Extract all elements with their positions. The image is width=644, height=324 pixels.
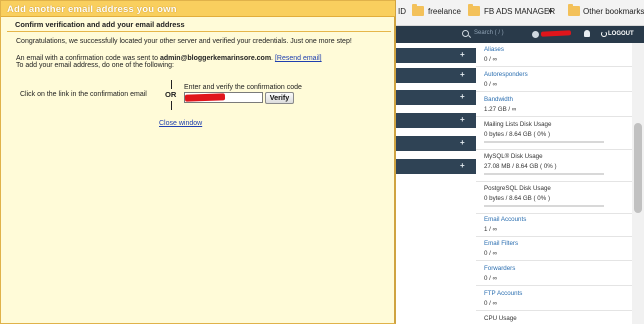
- stat-item: FTP Accounts 0 / ∞: [484, 290, 624, 308]
- stat-item: Forwarders 0 / ∞: [484, 265, 624, 283]
- divider: [476, 213, 632, 214]
- divider: [476, 116, 632, 117]
- dialog-subheading: Confirm verification and add your email …: [7, 19, 391, 32]
- plus-icon: +: [460, 138, 465, 147]
- plus-icon: +: [460, 115, 465, 124]
- divider: [476, 91, 632, 92]
- divider: [476, 310, 632, 311]
- sent-message: An email with a confirmation code was se…: [16, 55, 322, 62]
- stat-label[interactable]: Email Filters: [484, 240, 624, 248]
- stat-value: 0 bytes / 8.64 GB ( 0% ): [484, 131, 551, 138]
- stat-value: 0 / ∞: [484, 250, 498, 257]
- stat-label: MySQL® Disk Usage: [484, 153, 543, 160]
- stat-value: 0 / ∞: [484, 275, 498, 282]
- stat-label[interactable]: FTP Accounts: [484, 290, 624, 298]
- stat-item: Mailing Lists Disk Usage 0 bytes / 8.64 …: [484, 121, 624, 143]
- stat-value: 0 / ∞: [484, 81, 498, 88]
- stat-label[interactable]: Bandwidth: [484, 96, 624, 104]
- plus-icon: +: [460, 70, 465, 79]
- bell-icon[interactable]: [584, 30, 590, 37]
- usage-bar: [484, 141, 604, 143]
- bookmark-partial-item[interactable]: ID: [398, 7, 406, 16]
- email-address: admin@bloggerkemarinsore.com: [159, 55, 272, 62]
- redaction-mark: [540, 30, 572, 37]
- sent-prefix: An email with a confirmation code was se…: [16, 55, 160, 62]
- stat-value: 27.08 MB / 8.64 GB ( 0% ): [484, 163, 557, 170]
- plus-icon: +: [460, 50, 465, 59]
- stat-item: Bandwidth 1.27 GB / ∞: [484, 96, 624, 114]
- stat-label[interactable]: Autoresponders: [484, 71, 624, 79]
- folder-icon: [568, 4, 580, 16]
- divider: [476, 285, 632, 286]
- stat-item: Email Accounts 1 / ∞: [484, 216, 624, 234]
- section-list: + + + + + +: [395, 43, 476, 324]
- power-icon[interactable]: [601, 31, 607, 37]
- click-link-option: Click on the link in the confirmation em…: [20, 91, 147, 98]
- verify-button[interactable]: Verify: [265, 92, 294, 104]
- stat-value: 1 / ∞: [484, 226, 498, 233]
- stat-item: PostgreSQL Disk Usage 0 bytes / 8.64 GB …: [484, 185, 624, 207]
- stat-label: Mailing Lists Disk Usage: [484, 121, 552, 128]
- search-input[interactable]: Search ( / ): [474, 30, 504, 36]
- stat-item: Email Filters 0 / ∞: [484, 240, 624, 258]
- stat-label: CPU Usage: [484, 315, 517, 322]
- section-bar[interactable]: +: [395, 136, 476, 151]
- logout-button[interactable]: LOGOUT: [608, 31, 634, 37]
- usage-bar: [484, 173, 604, 175]
- statistics-panel: Aliases 0 / ∞ Autoresponders 0 / ∞ Bandw…: [476, 43, 632, 324]
- plus-icon: +: [460, 92, 465, 101]
- user-icon[interactable]: [532, 31, 539, 38]
- bookmark-fb-ads-manager[interactable]: FB ADS MANAGER: [484, 7, 555, 16]
- add-email-dialog: Add another email address you own Confir…: [0, 0, 396, 324]
- stat-label[interactable]: Email Accounts: [484, 216, 624, 224]
- divider: [171, 80, 172, 89]
- divider: [476, 149, 632, 150]
- stat-label[interactable]: Aliases: [484, 46, 624, 54]
- stat-item: CPU Usage: [484, 315, 624, 323]
- stat-label[interactable]: Forwarders: [484, 265, 624, 273]
- folder-icon: [412, 4, 424, 16]
- stat-item: Autoresponders 0 / ∞: [484, 71, 624, 89]
- resend-email-link[interactable]: [Resend email]: [275, 55, 322, 62]
- bookmark-other-bookmarks[interactable]: Other bookmarks: [583, 7, 644, 16]
- divider: [476, 66, 632, 67]
- stat-value: 1.27 GB / ∞: [484, 106, 517, 113]
- stat-item: Aliases 0 / ∞: [484, 46, 624, 64]
- stat-item: MySQL® Disk Usage 27.08 MB / 8.64 GB ( 0…: [484, 153, 624, 175]
- close-window-link[interactable]: Close window: [159, 120, 202, 127]
- section-bar[interactable]: +: [395, 90, 476, 105]
- section-bar[interactable]: +: [395, 48, 476, 63]
- bookmark-freelance[interactable]: freelance: [428, 7, 461, 16]
- dialog-title: Add another email address you own: [1, 1, 395, 17]
- section-bar[interactable]: +: [395, 68, 476, 83]
- redaction-mark: [184, 93, 226, 102]
- congrats-message: Congratulations, we successfully located…: [16, 38, 352, 45]
- section-bar[interactable]: +: [395, 159, 476, 174]
- stat-label: PostgreSQL Disk Usage: [484, 185, 551, 192]
- folder-icon: [468, 4, 480, 16]
- plus-icon: +: [460, 161, 465, 170]
- stat-value: 0 / ∞: [484, 300, 498, 307]
- instructions: To add your email address, do one of the…: [16, 62, 174, 69]
- stat-value: 0 bytes / 8.64 GB ( 0% ): [484, 195, 551, 202]
- bookmarks-overflow-button[interactable]: »: [548, 6, 552, 15]
- scrollbar-thumb[interactable]: [634, 123, 642, 213]
- divider: [476, 181, 632, 182]
- search-icon[interactable]: [462, 30, 469, 37]
- stat-value: 0 / ∞: [484, 56, 498, 63]
- or-separator: OR: [165, 90, 177, 99]
- divider: [171, 101, 172, 110]
- section-bar[interactable]: +: [395, 113, 476, 128]
- enter-code-label: Enter and verify the confirmation code: [184, 84, 302, 91]
- usage-bar: [484, 205, 604, 207]
- divider: [476, 260, 632, 261]
- divider: [476, 236, 632, 237]
